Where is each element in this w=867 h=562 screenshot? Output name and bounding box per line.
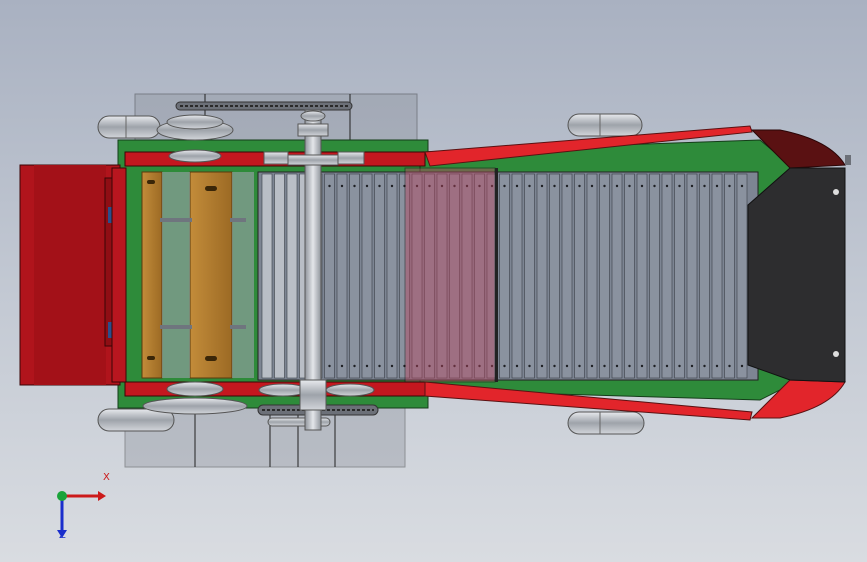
slat-rivet [565,364,569,368]
belt-slat [674,173,685,379]
slat-rivet [615,364,619,368]
chain-drive-top[interactable] [175,101,353,111]
belt-slat [611,173,623,379]
wheel-top-left[interactable] [97,115,161,139]
belt-slat [661,173,673,379]
belt-slat [736,173,748,379]
belt-slat [536,173,548,379]
hopper[interactable] [19,164,127,386]
coordinate-triad: X Z [40,472,120,548]
belt-slat [324,173,335,379]
belt-slat [549,173,560,379]
slat-rivet [503,364,506,368]
slat-rivet [665,364,669,368]
y-axis-origin [57,491,67,501]
slat-rivet [740,184,744,188]
slat-rivet [378,364,381,368]
belt-slat [699,173,710,379]
x-axis-arrowhead [98,491,106,501]
belt-slat [386,173,398,379]
slat-rivet [690,184,694,188]
paddle-board-left[interactable] [141,171,163,379]
belt-slat [524,173,535,379]
slat-rivet [728,364,731,368]
slat-rivet [590,184,594,188]
slat-rivet [503,184,506,188]
slat-rivet [528,364,531,368]
slat-rivet [578,184,581,188]
cad-viewport[interactable]: X Z [0,0,867,562]
slat-rivet [328,184,331,188]
slat-rivet [690,364,694,368]
slat-rivet [390,364,394,368]
slat-rivet [615,184,619,188]
belt-slat [349,173,360,379]
slat-rivet [578,364,581,368]
slat-rivet [515,184,519,188]
slat-rivet [528,184,531,188]
slat-rivet [540,364,544,368]
wheel-bottom-right[interactable] [567,411,645,435]
slat-rivet [703,364,706,368]
slat-rivet [703,184,706,188]
slat-rivet [640,184,644,188]
slat-rivet [678,364,681,368]
slat-rivet [603,184,606,188]
slat-rivet [565,184,569,188]
belt-slat [286,173,298,379]
belt-slat [511,173,523,379]
slat-rivet [378,184,381,188]
slat-rivet [553,364,556,368]
slat-rivet [353,364,356,368]
belt-slat [499,173,510,379]
belt-slat [261,173,273,379]
triad-axes [57,491,106,538]
belt-slat [711,173,723,379]
machine-model[interactable] [0,0,867,562]
x-axis-label: X [103,472,110,483]
slat-rivet [603,364,606,368]
slat-rivet [365,184,369,188]
slat-rivet [628,184,631,188]
wheel-top-right[interactable] [567,113,643,137]
belt-slat [586,173,598,379]
slat-rivet [590,364,594,368]
belt-slat [649,173,660,379]
slat-rivet [390,184,394,188]
slat-rivet [640,364,644,368]
belt-slat [636,173,648,379]
slat-rivet [328,364,331,368]
slat-rivet [353,184,356,188]
slat-rivet [515,364,519,368]
slat-rivet [553,184,556,188]
slat-rivet [340,184,344,188]
belt-slat [574,173,585,379]
z-axis-label: Z [59,530,66,541]
slat-rivet [653,184,656,188]
belt-slat [724,173,735,379]
slat-rivet [665,184,669,188]
slat-rivet [728,184,731,188]
belt-slat [561,173,573,379]
slat-rivet [678,184,681,188]
slat-rivet [540,184,544,188]
slat-rivet [715,364,719,368]
belt-slat [599,173,610,379]
belt-slat [686,173,698,379]
slat-rivet [653,364,656,368]
tint-region [404,167,496,383]
belt-slat [336,173,348,379]
belt-slat [624,173,635,379]
conveyor-belt[interactable] [257,171,759,381]
slat-rivet [628,364,631,368]
belt-slat [374,173,385,379]
slat-rivet [365,364,369,368]
slat-rivet [740,364,744,368]
slat-rivet [340,364,344,368]
belt-slat [361,173,373,379]
slat-rivet [715,184,719,188]
belt-slat [274,173,285,379]
divider [495,168,498,382]
paddle-board-middle[interactable] [189,171,233,379]
